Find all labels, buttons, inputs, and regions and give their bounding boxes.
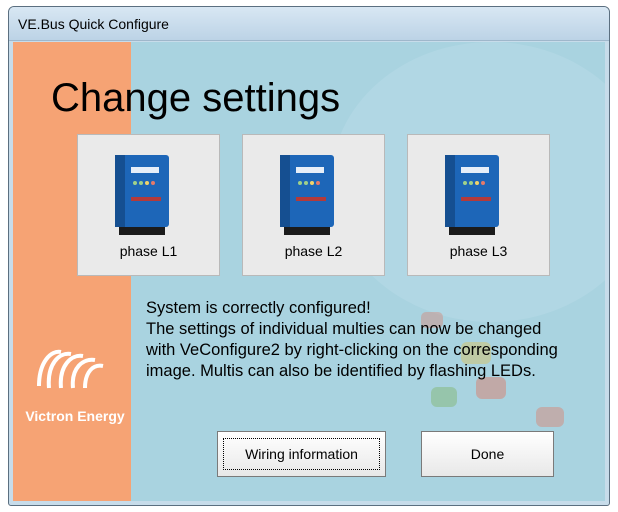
inverter-device-icon bbox=[280, 155, 334, 235]
client-area: Victron Energy Change settings phase L1 bbox=[13, 42, 605, 501]
phase-label: phase L3 bbox=[449, 243, 508, 259]
inverter-device-icon bbox=[445, 155, 499, 235]
phase-l3-tile[interactable]: phase L3 bbox=[407, 134, 550, 276]
status-details: The settings of individual multies can n… bbox=[146, 320, 558, 380]
inverter-device-icon bbox=[115, 155, 169, 235]
window-title: VE.Bus Quick Configure bbox=[18, 16, 169, 32]
status-message: System is correctly configured! The sett… bbox=[146, 298, 566, 382]
wiring-information-button[interactable]: Wiring information bbox=[217, 431, 386, 477]
page-title: Change settings bbox=[51, 76, 341, 120]
done-button[interactable]: Done bbox=[421, 431, 554, 477]
phase-label: phase L1 bbox=[119, 243, 178, 259]
phase-label: phase L2 bbox=[284, 243, 343, 259]
title-bar[interactable]: VE.Bus Quick Configure bbox=[9, 7, 609, 41]
brand-name: Victron Energy bbox=[25, 408, 125, 424]
phase-l1-tile[interactable]: phase L1 bbox=[77, 134, 220, 276]
status-headline: System is correctly configured! bbox=[146, 299, 371, 317]
quick-configure-window: VE.Bus Quick Configure Victron Energy Ch… bbox=[8, 6, 610, 506]
wiring-information-label: Wiring information bbox=[245, 446, 358, 462]
victron-logo-icon bbox=[37, 349, 104, 389]
phase-l2-tile[interactable]: phase L2 bbox=[242, 134, 385, 276]
